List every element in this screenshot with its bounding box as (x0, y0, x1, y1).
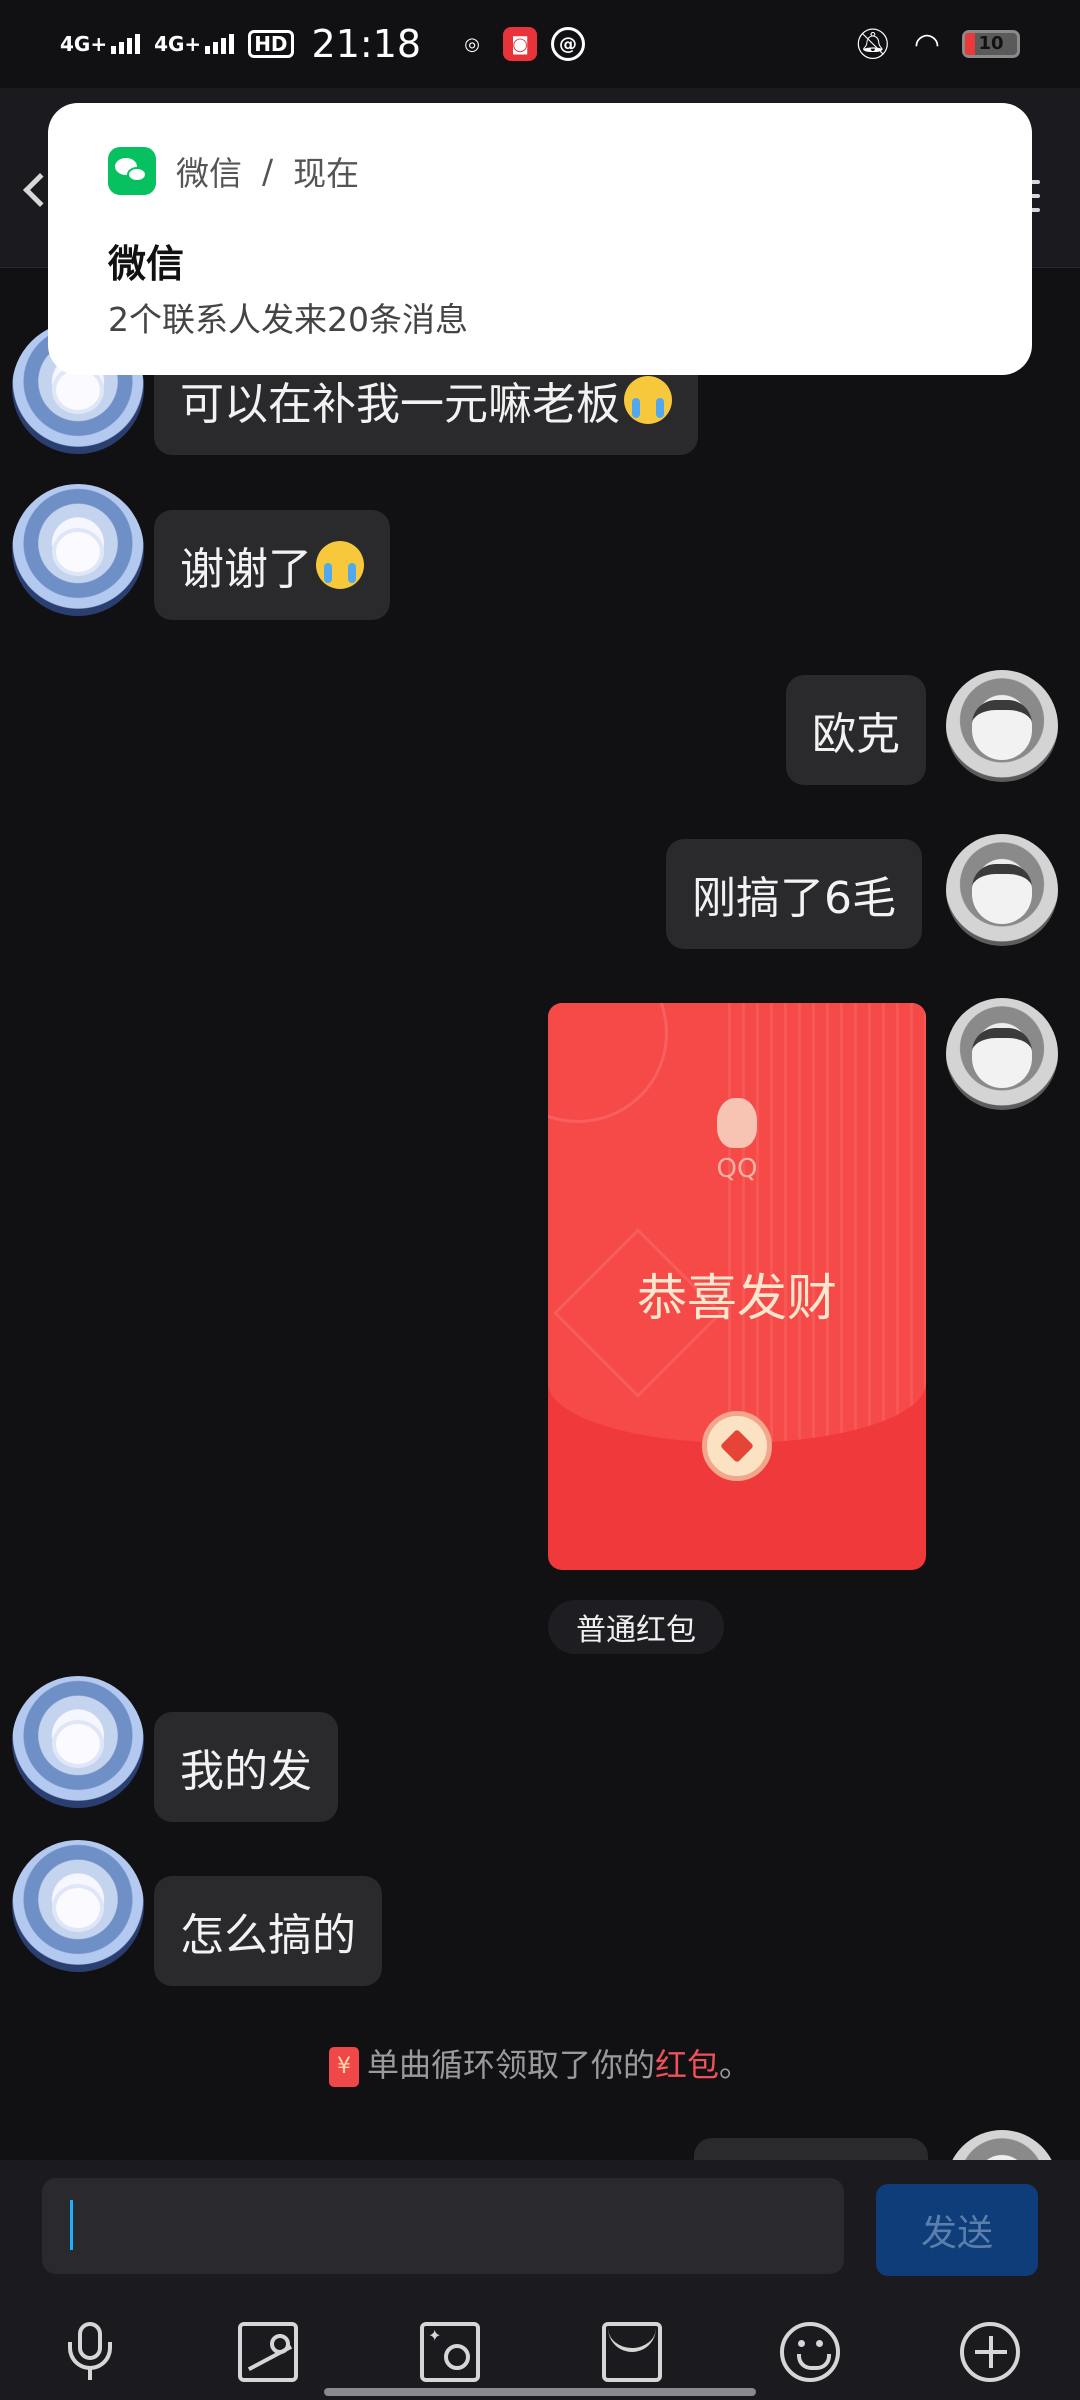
notice-prefix: 单曲循环领取了你的 (366, 2046, 655, 2084)
input-toolbar (0, 2320, 1080, 2390)
message-text: 欧克 (812, 709, 900, 760)
clock: 21:18 (311, 22, 422, 66)
message-text: 刚搞了6毛 (692, 873, 896, 924)
red-packet-icon[interactable] (602, 2322, 662, 2382)
notice-suffix: 。 (719, 2046, 752, 2084)
message-bubble[interactable]: 刚搞了6毛 (666, 839, 922, 949)
browser-status-icon: @ (551, 27, 586, 61)
notification-app-name: 微信 (176, 154, 242, 193)
wifi-icon: ◠ (913, 26, 940, 62)
red-packet-type-label: 普通红包 (548, 1600, 724, 1654)
message-text: 可以在补我一元嘛老板 (180, 379, 620, 430)
mute-icon: 🔕︎ (853, 26, 892, 62)
cell-signal-1-icon: 4G+ (60, 32, 141, 56)
contact-avatar[interactable] (12, 1676, 144, 1808)
emoji-icon[interactable] (780, 2322, 840, 2382)
wechat-icon (108, 147, 156, 195)
notification-banner[interactable]: 微信 / 现在 微信 2个联系人发来20条消息 (48, 103, 1032, 375)
red-packet-greeting: 恭喜发财 (637, 1269, 837, 1327)
red-packet-brand: QQ (716, 1154, 758, 1184)
red-packet-icon: ¥ (328, 2047, 359, 2087)
message-bubble[interactable]: 怎么搞的 (154, 1876, 382, 1986)
app-status-icon: ◙ (503, 27, 538, 61)
red-packet-card[interactable]: QQ 恭喜发财 (548, 1003, 926, 1570)
crying-emoji-icon (624, 376, 672, 424)
home-indicator[interactable] (324, 2388, 756, 2396)
qq-penguin-icon (717, 1098, 757, 1148)
qq-logo: QQ (548, 1098, 926, 1184)
text-caret (70, 2200, 73, 2250)
battery-level: 10 (978, 33, 1004, 54)
self-avatar[interactable] (946, 998, 1058, 1110)
self-avatar[interactable] (946, 834, 1058, 946)
chat-screen: 4G+ 4G+ HD 21:18 ◎ ◙ @ 🔕︎ ◠ 10 微信 / 现在 微… (0, 0, 1080, 2400)
message-bubble[interactable]: 欧克 (786, 675, 926, 785)
status-right: 🔕︎ ◠ 10 (854, 27, 1020, 62)
hd-voice-icon: HD (248, 30, 294, 58)
message-text: 我的发 (180, 1746, 312, 1797)
message-bubble[interactable]: 我的发 (154, 1712, 338, 1822)
notification-app-row: 微信 / 现在 (108, 147, 359, 195)
input-area: 发送 (0, 2160, 1080, 2400)
crying-emoji-icon (316, 541, 364, 589)
camera-icon[interactable] (420, 2322, 480, 2382)
red-packet-coin-icon (702, 1411, 772, 1481)
microphone-icon[interactable] (60, 2322, 120, 2382)
image-icon[interactable] (238, 2322, 298, 2382)
self-avatar[interactable] (946, 670, 1058, 782)
wechat-status-icon: ◎ (464, 33, 480, 55)
message-bubble[interactable]: 谢谢了 (154, 510, 390, 620)
red-packet-claimed-notice: ¥ 单曲循环领取了你的红包。 (0, 2040, 1080, 2087)
plus-icon[interactable] (960, 2322, 1020, 2382)
message-text: 怎么搞的 (180, 1910, 356, 1961)
notification-time: 现在 (293, 154, 360, 193)
red-packet-cover (548, 1003, 926, 1443)
status-bar: 4G+ 4G+ HD 21:18 ◎ ◙ @ 🔕︎ ◠ 10 (0, 0, 1080, 88)
send-button[interactable]: 发送 (876, 2184, 1038, 2276)
contact-avatar[interactable] (12, 1840, 144, 1972)
cell-signal-2-icon: 4G+ (154, 32, 235, 56)
notification-separator: / (262, 151, 274, 191)
notification-title: 微信 (108, 242, 185, 286)
contact-avatar[interactable] (12, 484, 144, 616)
message-input[interactable] (42, 2178, 844, 2274)
network-type-1: 4G+ (60, 32, 108, 56)
message-text: 谢谢了 (180, 544, 312, 595)
network-type-2: 4G+ (154, 32, 202, 56)
status-left: 4G+ 4G+ HD 21:18 ◎ ◙ @ (60, 22, 586, 66)
notification-body: 2个联系人发来20条消息 (108, 300, 468, 339)
notice-red-packet-link[interactable]: 红包 (655, 2046, 719, 2084)
battery-icon: 10 (962, 30, 1020, 58)
